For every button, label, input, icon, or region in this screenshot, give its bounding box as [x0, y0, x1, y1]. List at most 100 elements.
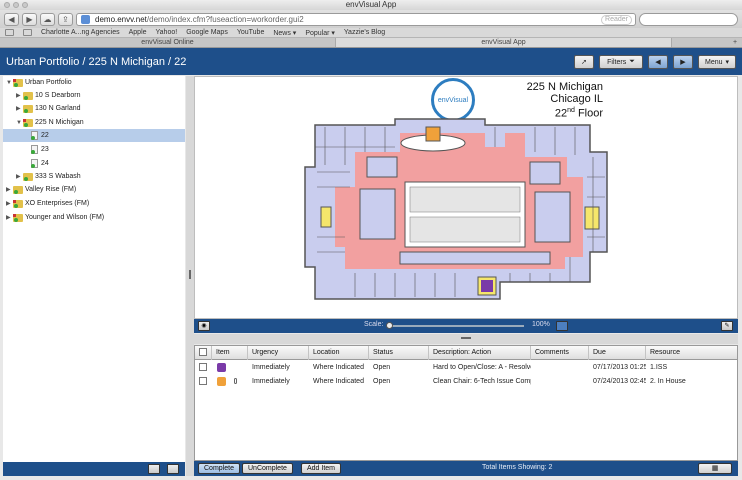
- next-button[interactable]: ▶: [673, 55, 693, 69]
- tree-node-building[interactable]: ▶ 10 S Dearborn: [16, 89, 81, 102]
- horizontal-splitter[interactable]: [194, 334, 738, 344]
- tab-envvisual-app[interactable]: envVisual App: [336, 38, 672, 47]
- bookmark-item[interactable]: Charlotte A...ng Agencies: [41, 29, 120, 36]
- zoom-slider-handle[interactable]: [386, 322, 393, 329]
- expand-down-icon[interactable]: ▼: [16, 120, 23, 126]
- chevron-down-icon: ▾: [725, 59, 730, 66]
- pointer-tool-button[interactable]: ➚: [574, 55, 594, 69]
- portfolio-folder-icon: [13, 78, 23, 87]
- floor-page-icon: [31, 145, 38, 154]
- tree-node-portfolio[interactable]: ▶ Younger and Wilson (FM): [6, 211, 104, 224]
- zoom-slider-track[interactable]: [389, 325, 524, 327]
- tree-node-floor[interactable]: 23: [31, 143, 49, 156]
- filters-button[interactable]: Filters ⏷: [599, 55, 643, 69]
- tree-node-portfolio[interactable]: ▶ XO Enterprises (FM): [6, 197, 89, 210]
- menu-button[interactable]: Menu ▾: [698, 55, 736, 69]
- new-tab-button[interactable]: +: [728, 38, 742, 47]
- tree-node-label: Urban Portfolio: [25, 79, 72, 86]
- column-header[interactable]: Comments: [531, 346, 589, 360]
- attachment-icon[interactable]: [234, 378, 237, 385]
- uncomplete-button[interactable]: UnComplete: [242, 463, 293, 474]
- forward-button[interactable]: ▶: [22, 12, 37, 26]
- comments-cell: [531, 361, 589, 374]
- column-header[interactable]: Status: [369, 346, 429, 360]
- reader-button[interactable]: Reader: [601, 14, 632, 25]
- column-header[interactable]: Resource: [646, 346, 737, 360]
- save-all-icon[interactable]: [167, 464, 179, 474]
- column-header[interactable]: Due: [589, 346, 646, 360]
- link-icon[interactable]: ✎: [721, 321, 733, 331]
- expand-right-icon[interactable]: ▶: [6, 186, 13, 193]
- icloud-icon[interactable]: ☁: [40, 12, 55, 26]
- grid-view-icon[interactable]: ▦: [698, 463, 732, 474]
- tree-node-floor-selected[interactable]: 22: [3, 129, 185, 142]
- table-header: Item Urgency Location Status Description…: [195, 346, 737, 360]
- top-sites-icon[interactable]: [23, 29, 32, 36]
- urgency-cell: Immediately: [252, 378, 290, 385]
- select-all-checkbox[interactable]: [199, 348, 207, 357]
- complete-button[interactable]: Complete: [198, 463, 240, 474]
- expand-right-icon[interactable]: ▶: [16, 173, 23, 180]
- portfolio-folder-icon: [13, 199, 23, 208]
- row-checkbox[interactable]: [199, 377, 207, 386]
- add-item-button[interactable]: Add Item: [301, 463, 342, 474]
- expand-right-icon[interactable]: ▶: [16, 105, 23, 112]
- select-all-column[interactable]: [195, 346, 212, 360]
- bookmark-item[interactable]: Yazzie's Blog: [344, 29, 385, 36]
- description-cell: Hard to Open/Close: A - Resolve: [433, 364, 531, 371]
- bookmark-item[interactable]: Google Maps: [186, 29, 228, 36]
- window-controls[interactable]: [4, 2, 28, 8]
- expand-right-icon[interactable]: ▶: [6, 214, 13, 221]
- tree-node-label: 23: [41, 146, 49, 153]
- share-icon[interactable]: ⇪: [58, 12, 73, 26]
- location-cell: Where Indicated: [313, 378, 364, 385]
- tree-node-building[interactable]: ▼ 225 N Michigan: [16, 116, 84, 129]
- bookmark-item[interactable]: Popular ▾: [305, 29, 335, 37]
- reading-list-icon[interactable]: [5, 29, 14, 36]
- status-cell: Open: [373, 378, 391, 385]
- column-header[interactable]: Location: [309, 346, 369, 360]
- tree-footer: [3, 462, 185, 476]
- tab-envvisual-online[interactable]: envVisual Online: [0, 38, 336, 47]
- tree-node-building[interactable]: ▶ 333 S Wabash: [16, 170, 81, 183]
- floor-page-icon: [31, 159, 38, 168]
- expand-down-icon[interactable]: ▼: [6, 80, 13, 86]
- tree-node-label: 333 S Wabash: [35, 173, 81, 180]
- breadcrumb: Urban Portfolio / 225 N Michigan / 22: [6, 55, 187, 68]
- table-row[interactable]: Immediately Where Indicated Open Clean C…: [195, 375, 737, 388]
- floorplan-viewer[interactable]: envVisual 225 N Michigan Chicago IL 22nd…: [194, 76, 738, 319]
- bookmark-item[interactable]: Apple: [129, 29, 147, 36]
- search-field[interactable]: [639, 12, 738, 26]
- eye-icon[interactable]: ◉: [198, 321, 210, 331]
- column-header[interactable]: Description: Action: [429, 346, 531, 360]
- row-checkbox[interactable]: [199, 363, 207, 372]
- location-tree: ▼ Urban Portfolio ▶ 10 S Dearborn ▶ 130 N G…: [3, 76, 185, 462]
- portfolio-folder-icon: [13, 213, 23, 222]
- expand-right-icon[interactable]: ▶: [16, 92, 23, 99]
- due-cell: 07/24/2013 02:45: [593, 378, 646, 385]
- tree-node-label: 10 S Dearborn: [35, 92, 81, 99]
- workorder-type-icon: [217, 362, 226, 372]
- bookmark-item[interactable]: News ▾: [273, 29, 296, 37]
- bookmark-item[interactable]: YouTube: [237, 29, 265, 36]
- column-header[interactable]: Item: [212, 346, 248, 360]
- tree-node-label: 225 N Michigan: [35, 119, 84, 126]
- vertical-splitter[interactable]: [186, 76, 194, 476]
- previous-button[interactable]: ◀: [648, 55, 668, 69]
- save-icon[interactable]: [148, 464, 160, 474]
- total-items-label: Total Items Showing:: [482, 464, 547, 471]
- tree-node-floor[interactable]: 24: [31, 157, 49, 170]
- expand-right-icon[interactable]: ▶: [6, 200, 13, 207]
- address-bar[interactable]: demo.envv.net/demo/index.cfm?fuseaction=…: [76, 12, 636, 26]
- due-cell: 07/17/2013 01:25: [593, 364, 646, 371]
- fit-to-screen-icon[interactable]: [556, 321, 568, 331]
- column-header[interactable]: Urgency: [248, 346, 309, 360]
- tree-node-portfolio[interactable]: ▶ Valley Rise (FM): [6, 183, 76, 196]
- tree-node-label: Younger and Wilson (FM): [25, 214, 105, 221]
- table-row[interactable]: Immediately Where Indicated Open Hard to…: [195, 361, 737, 374]
- back-button[interactable]: ◀: [4, 12, 19, 26]
- tree-node-building[interactable]: ▶ 130 N Garland: [16, 102, 81, 115]
- floorplan-drawing[interactable]: [195, 77, 737, 318]
- bookmark-item[interactable]: Yahoo!: [156, 29, 178, 36]
- tree-node-urban-portfolio[interactable]: ▼ Urban Portfolio: [6, 76, 72, 89]
